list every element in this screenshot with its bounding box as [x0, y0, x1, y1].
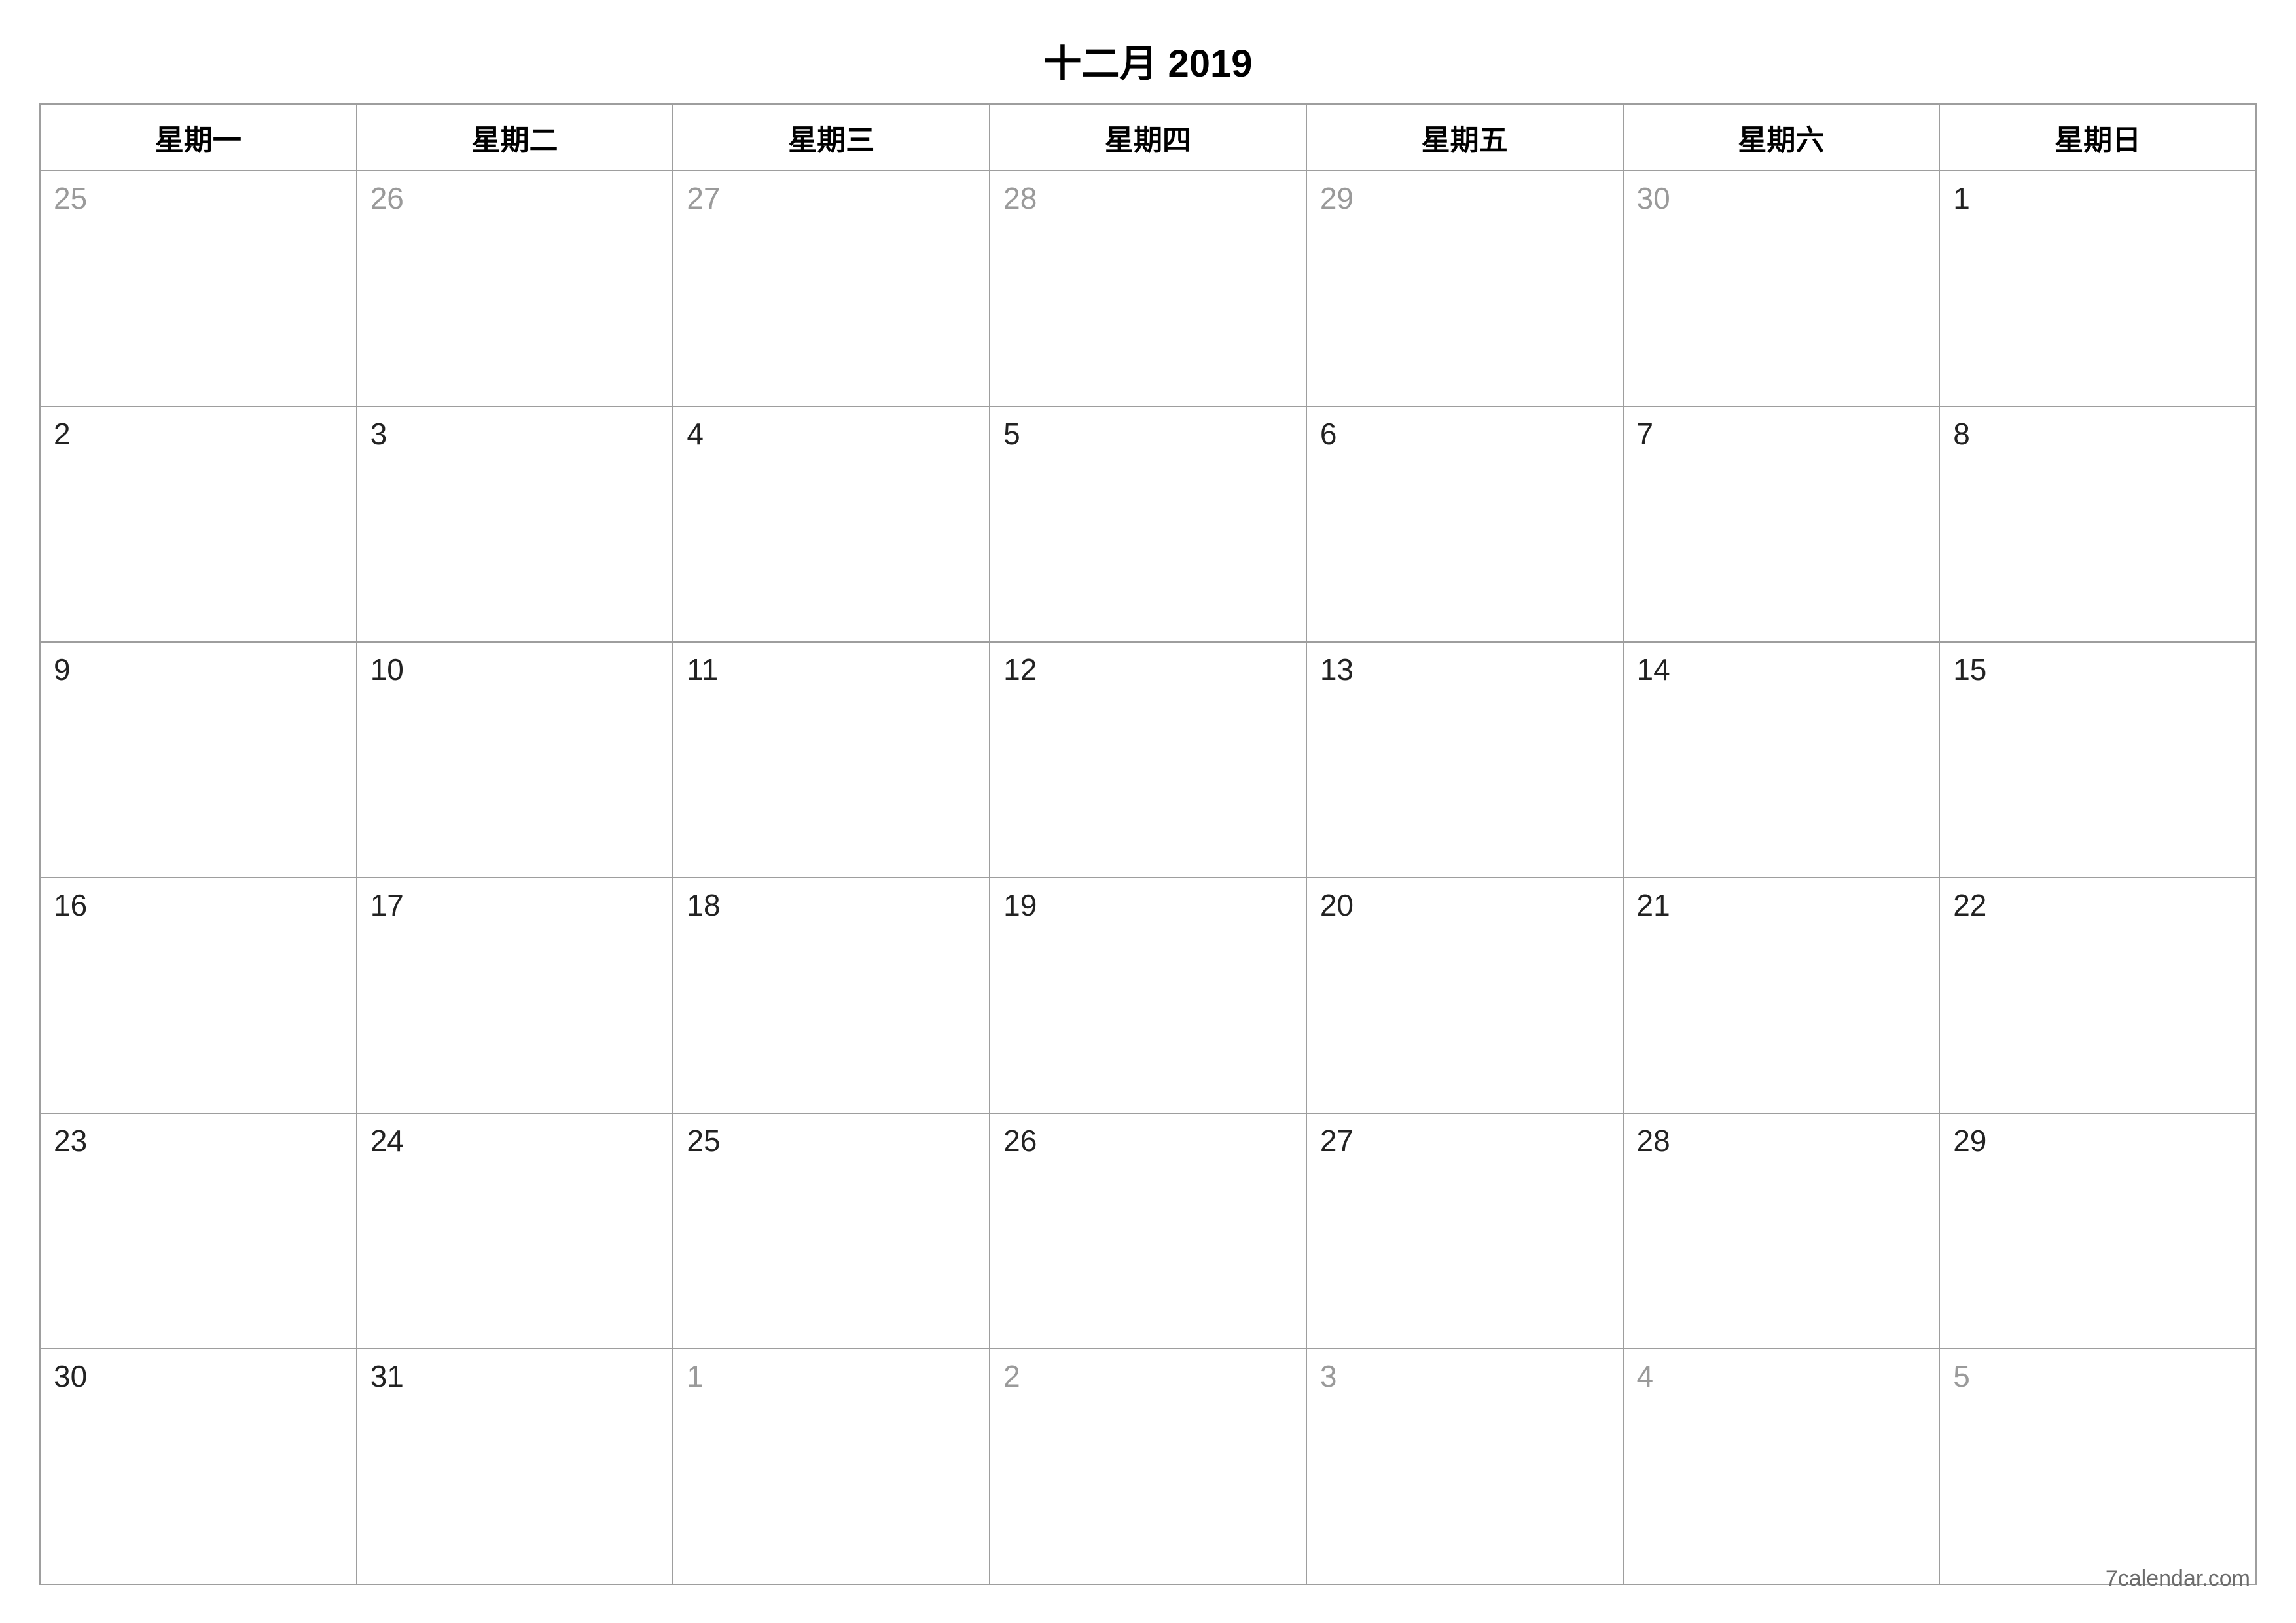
calendar-day-cell: 29: [1939, 1113, 2256, 1349]
calendar-week-row: 23242526272829: [40, 1113, 2256, 1349]
calendar-day-cell: 14: [1623, 642, 1940, 878]
calendar-day-cell: 28: [990, 171, 1306, 406]
calendar-day-cell: 16: [40, 878, 357, 1113]
calendar-day-cell: 17: [357, 878, 673, 1113]
calendar-day-cell: 11: [673, 642, 990, 878]
weekday-header: 星期一: [40, 104, 357, 171]
calendar-day-cell: 12: [990, 642, 1306, 878]
calendar-day-cell: 29: [1306, 171, 1623, 406]
weekday-header: 星期五: [1306, 104, 1623, 171]
calendar-day-cell: 4: [673, 406, 990, 642]
weekday-header: 星期二: [357, 104, 673, 171]
calendar-body: 2526272829301234567891011121314151617181…: [40, 171, 2256, 1584]
calendar-day-cell: 28: [1623, 1113, 1940, 1349]
calendar-week-row: 303112345: [40, 1349, 2256, 1584]
calendar-day-cell: 30: [1623, 171, 1940, 406]
calendar-day-cell: 20: [1306, 878, 1623, 1113]
calendar-day-cell: 5: [990, 406, 1306, 642]
calendar-week-row: 2526272829301: [40, 171, 2256, 406]
calendar-day-cell: 13: [1306, 642, 1623, 878]
calendar-day-cell: 25: [673, 1113, 990, 1349]
calendar-day-cell: 30: [40, 1349, 357, 1584]
calendar-day-cell: 23: [40, 1113, 357, 1349]
calendar-day-cell: 4: [1623, 1349, 1940, 1584]
calendar-day-cell: 7: [1623, 406, 1940, 642]
weekday-header-row: 星期一 星期二 星期三 星期四 星期五 星期六 星期日: [40, 104, 2256, 171]
calendar-day-cell: 22: [1939, 878, 2256, 1113]
calendar-day-cell: 3: [1306, 1349, 1623, 1584]
calendar-day-cell: 19: [990, 878, 1306, 1113]
calendar-day-cell: 2: [40, 406, 357, 642]
calendar-day-cell: 26: [990, 1113, 1306, 1349]
calendar-day-cell: 5: [1939, 1349, 2256, 1584]
weekday-header: 星期六: [1623, 104, 1940, 171]
calendar-day-cell: 27: [1306, 1113, 1623, 1349]
calendar-day-cell: 2: [990, 1349, 1306, 1584]
calendar-page: 十二月 2019 星期一 星期二 星期三 星期四 星期五 星期六 星期日 252…: [0, 0, 2296, 1623]
calendar-day-cell: 1: [673, 1349, 990, 1584]
calendar-day-cell: 10: [357, 642, 673, 878]
page-title: 十二月 2019: [39, 33, 2257, 88]
calendar-day-cell: 24: [357, 1113, 673, 1349]
weekday-header: 星期三: [673, 104, 990, 171]
calendar-table: 星期一 星期二 星期三 星期四 星期五 星期六 星期日 252627282930…: [39, 103, 2257, 1585]
calendar-day-cell: 27: [673, 171, 990, 406]
weekday-header: 星期日: [1939, 104, 2256, 171]
calendar-day-cell: 26: [357, 171, 673, 406]
calendar-day-cell: 3: [357, 406, 673, 642]
calendar-day-cell: 9: [40, 642, 357, 878]
calendar-day-cell: 1: [1939, 171, 2256, 406]
calendar-week-row: 2345678: [40, 406, 2256, 642]
calendar-week-row: 16171819202122: [40, 878, 2256, 1113]
weekday-header: 星期四: [990, 104, 1306, 171]
calendar-day-cell: 25: [40, 171, 357, 406]
calendar-week-row: 9101112131415: [40, 642, 2256, 878]
footer-credit: 7calendar.com: [2106, 1566, 2250, 1592]
calendar-day-cell: 21: [1623, 878, 1940, 1113]
calendar-day-cell: 18: [673, 878, 990, 1113]
calendar-day-cell: 8: [1939, 406, 2256, 642]
calendar-day-cell: 6: [1306, 406, 1623, 642]
calendar-day-cell: 31: [357, 1349, 673, 1584]
calendar-day-cell: 15: [1939, 642, 2256, 878]
